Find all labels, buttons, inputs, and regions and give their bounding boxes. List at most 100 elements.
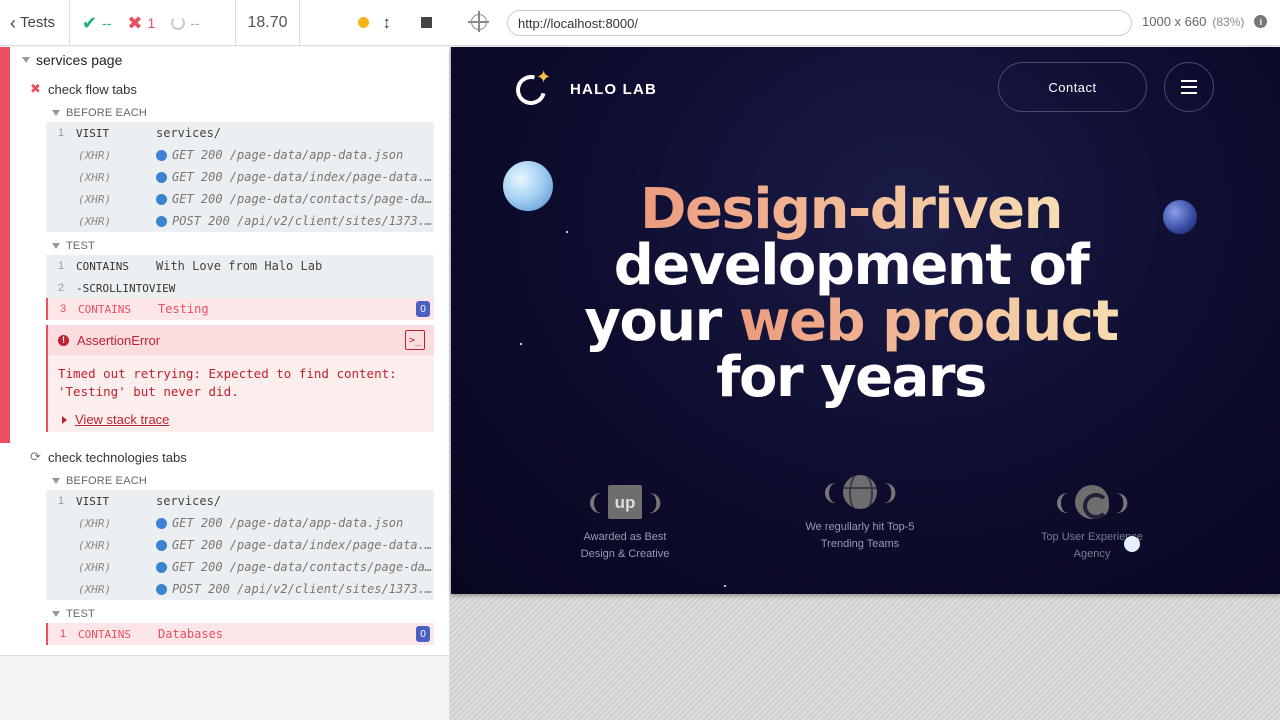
command-row[interactable]: 1 CONTAINS With Love from Halo Lab — [46, 255, 434, 277]
aut-iframe-container: ✦ HALO LAB Contact Design-driven develop… — [450, 47, 1280, 720]
upwork-emblem: ❨ up ❩ — [541, 483, 709, 521]
error-name: AssertionError — [77, 332, 161, 348]
xhr-status-icon — [156, 149, 167, 161]
command-row-failed[interactable]: 1 CONTAINS Databases 0 — [46, 623, 434, 645]
pending-value: -- — [190, 14, 200, 31]
hook-title-test[interactable]: TEST — [52, 238, 95, 254]
cursor-follower — [1124, 536, 1140, 552]
collapse-icon — [52, 611, 60, 617]
command-row[interactable]: 1 VISIT services/ — [46, 490, 434, 512]
star-decoration — [724, 585, 726, 587]
command-number: 1 — [57, 260, 65, 272]
clutch-icon — [1075, 485, 1109, 519]
viewport-scale: (83%) — [1212, 14, 1245, 29]
tests-label: Tests — [20, 14, 56, 31]
command-name: (XHR) — [78, 214, 112, 228]
stats-bar: ‹ Tests ✔ -- ✖ 1 -- 18.70 ↕ — [0, 0, 450, 46]
collapse-icon — [52, 243, 60, 249]
command-row[interactable]: 1 VISIT services/ — [46, 122, 434, 144]
hamburger-menu-button[interactable] — [1164, 62, 1214, 112]
command-message: GET 200 /page-data/app-data.json — [172, 516, 404, 530]
laurel-icon: ❩ — [1113, 489, 1132, 515]
test-counts: ✔ -- ✖ 1 -- — [70, 0, 236, 46]
x-icon: ✖ — [127, 12, 143, 33]
terminal-icon[interactable]: >_ — [405, 330, 425, 350]
command-row[interactable]: (XHR) GET 200 /page-data/contacts/page-d… — [46, 556, 434, 578]
element-count-badge: 0 — [416, 301, 430, 317]
command-name: (XHR) — [78, 192, 112, 206]
command-row[interactable]: (XHR) GET 200 /page-data/index/page-data… — [46, 534, 434, 556]
hook-label: TEST — [66, 608, 95, 620]
command-message: GET 200 /page-data/contacts/page-data.js… — [172, 560, 434, 574]
url-bar[interactable]: http://localhost:8000/ — [507, 10, 1132, 36]
command-number: 3 — [59, 303, 67, 315]
command-name: VISIT — [76, 494, 110, 508]
xhr-status-icon — [156, 215, 167, 227]
contact-button[interactable]: Contact — [998, 62, 1147, 112]
error-message: Timed out retrying: Expected to find con… — [58, 366, 397, 399]
info-icon[interactable]: i — [1254, 15, 1268, 28]
hook-title-before-each[interactable]: BEFORE EACH — [52, 473, 147, 489]
hook-title-before-each[interactable]: BEFORE EACH — [52, 105, 147, 121]
logo-text: HALO LAB — [570, 80, 658, 98]
test-title[interactable]: ⟳ check technologies tabs — [30, 447, 187, 467]
command-name: CONTAINS — [76, 259, 129, 273]
menu-line — [1181, 92, 1197, 94]
view-stack-trace-link[interactable]: View stack trace — [62, 412, 169, 427]
planet-decoration — [1163, 200, 1197, 234]
award-text: Awarded as Best Design & Creative — [580, 531, 670, 560]
tests-toggle-button[interactable]: ‹ Tests — [0, 0, 70, 46]
suite-title[interactable]: services page — [22, 50, 122, 70]
command-name: (XHR) — [78, 560, 112, 574]
laurel-icon: ❩ — [881, 479, 900, 505]
command-name: -SCROLLINTOVIEW — [76, 281, 176, 295]
command-name: (XHR) — [78, 538, 112, 552]
command-row[interactable]: (XHR) GET 200 /page-data/app-data.json — [46, 144, 434, 166]
laurel-icon: ❨ — [820, 479, 839, 505]
command-row[interactable]: (XHR) POST 200 /api/v2/client/sites/1373… — [46, 578, 434, 600]
xhr-status-icon — [156, 539, 167, 551]
collapse-icon — [52, 110, 60, 116]
command-row[interactable]: (XHR) GET 200 /page-data/contacts/page-d… — [46, 188, 434, 210]
command-message: GET 200 /page-data/index/page-data.json — [172, 538, 434, 552]
xhr-status-icon — [156, 517, 167, 529]
failed-count: ✖ 1 — [127, 14, 155, 32]
test-label: check flow tabs — [48, 81, 137, 97]
error-header: ! AssertionError >_ — [48, 325, 434, 355]
site-logo[interactable]: ✦ HALO LAB — [510, 67, 658, 111]
command-message: Databases — [158, 627, 224, 641]
test-title[interactable]: ✖ check flow tabs — [30, 79, 137, 99]
dribbble-emblem: ❨ ❩ — [775, 473, 945, 511]
menu-line — [1181, 80, 1197, 82]
command-row[interactable]: 2 -SCROLLINTOVIEW — [46, 277, 434, 299]
menu-line — [1181, 86, 1197, 88]
xhr-status-icon — [156, 193, 167, 205]
hook-title-test[interactable]: TEST — [52, 606, 95, 622]
command-message: Testing — [158, 302, 209, 316]
command-row[interactable]: (XHR) GET 200 /page-data/index/page-data… — [46, 166, 434, 188]
auto-scroll-icon[interactable]: ↕ — [383, 14, 392, 31]
test-label: check technologies tabs — [48, 449, 187, 465]
hook-label: BEFORE EACH — [66, 107, 148, 119]
award-text: We regullarly hit Top-5 Trending Teams — [805, 521, 915, 550]
command-name: VISIT — [76, 126, 110, 140]
laurel-icon: ❨ — [585, 489, 604, 515]
selector-playground-icon[interactable] — [468, 11, 489, 32]
passed-count: ✔ -- — [82, 14, 111, 32]
runnables-list: services page ✖ check flow tabs BEFORE E… — [0, 47, 449, 656]
error-icon: ! — [58, 334, 69, 346]
reporter-panel: ‹ Tests ✔ -- ✖ 1 -- 18.70 ↕ services pag… — [0, 0, 450, 720]
running-indicator-icon — [357, 17, 369, 28]
command-row-failed[interactable]: 3 CONTAINS Testing 0 — [46, 298, 434, 320]
command-message: GET 200 /page-data/index/page-data.json — [172, 170, 434, 184]
hero-heading: Design-driven development of your web pr… — [551, 182, 1151, 406]
command-row[interactable]: (XHR) POST 200 /api/v2/client/sites/1373… — [46, 210, 434, 232]
command-message: With Love from Halo Lab — [156, 259, 323, 273]
expand-icon — [62, 415, 67, 424]
clutch-emblem: ❨ ❩ — [1007, 483, 1177, 521]
upwork-icon: up — [608, 485, 642, 519]
command-row[interactable]: (XHR) GET 200 /page-data/app-data.json — [46, 512, 434, 534]
logo-icon: ✦ — [510, 67, 552, 111]
element-count-badge: 0 — [416, 626, 430, 642]
stop-button[interactable] — [421, 17, 432, 28]
